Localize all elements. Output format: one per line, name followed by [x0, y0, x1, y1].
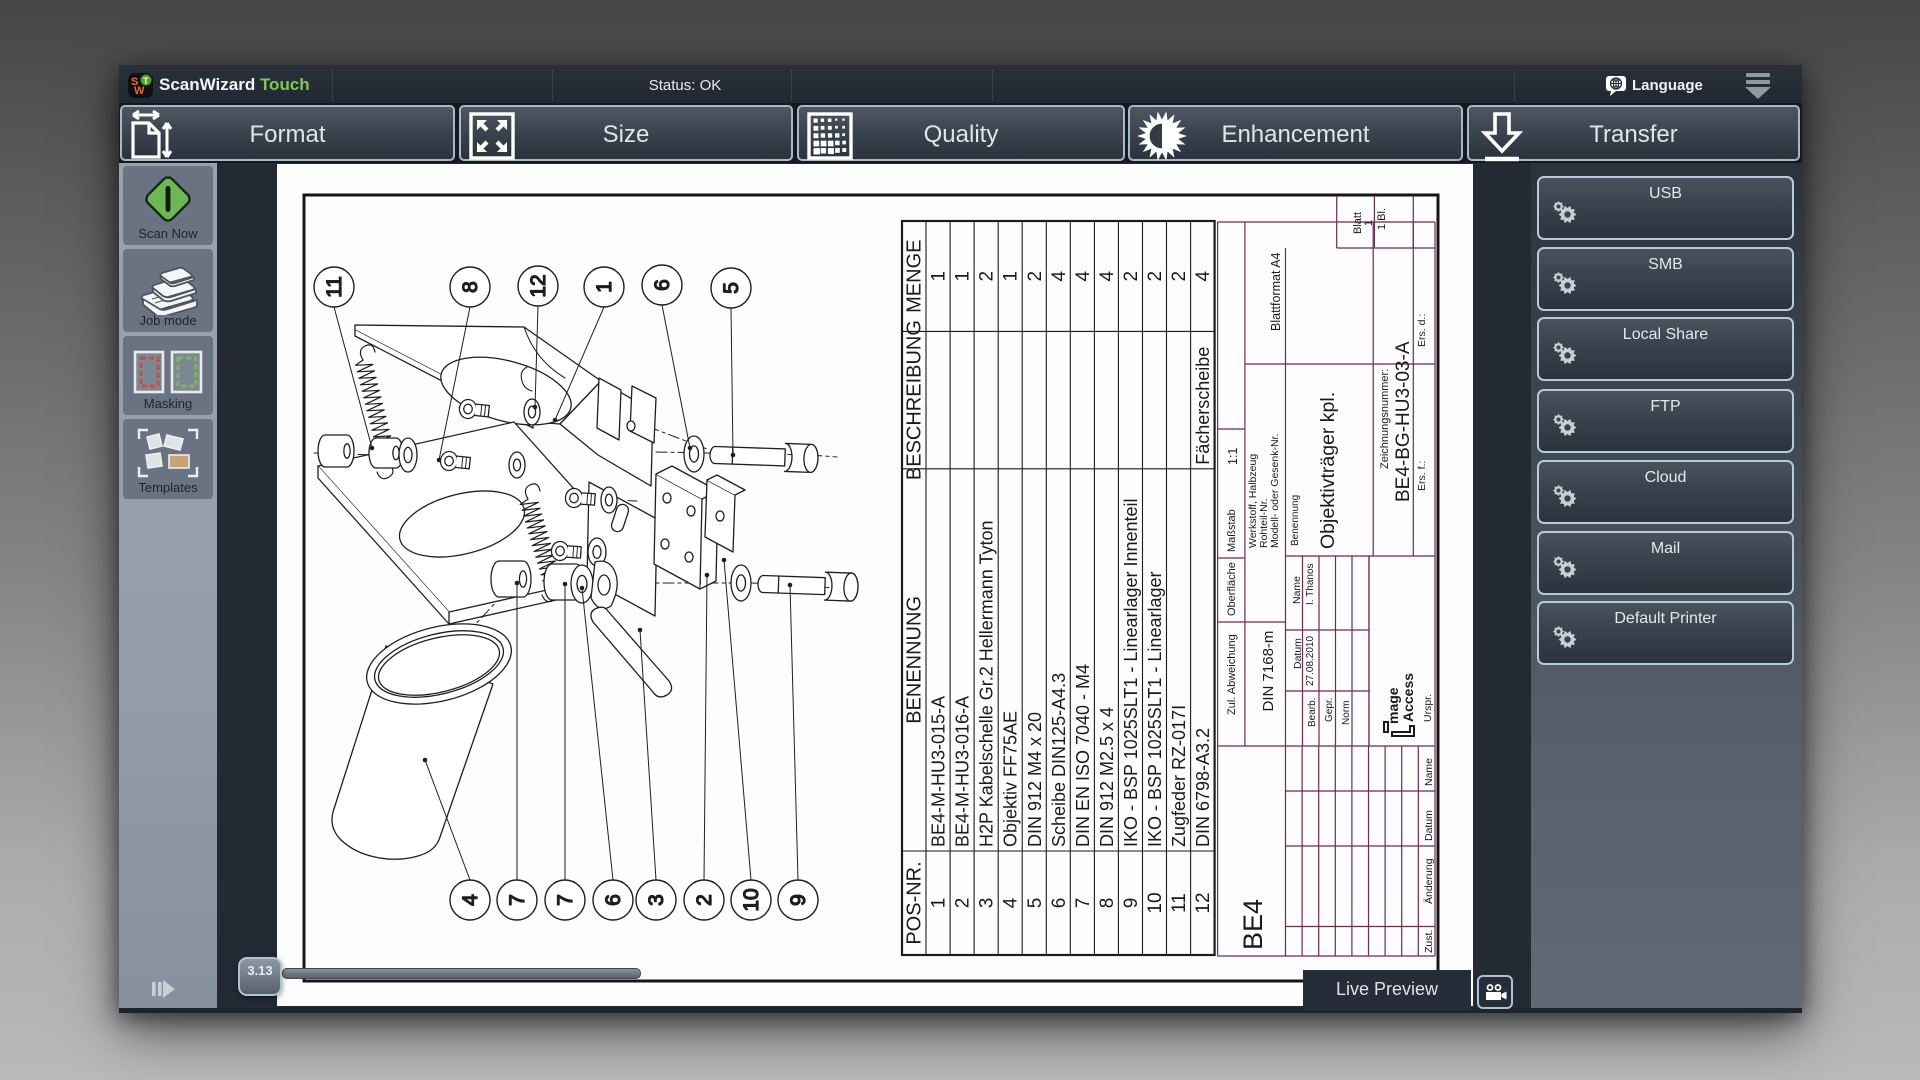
svg-text:Urspr.: Urspr. — [1422, 694, 1434, 722]
svg-text:Name: Name — [1423, 758, 1435, 786]
svg-text:1: 1 — [1363, 220, 1375, 226]
svg-text:4: 4 — [1097, 270, 1118, 281]
svg-text:4: 4 — [1073, 270, 1094, 281]
svg-text:Norm: Norm — [1341, 701, 1352, 725]
svg-text:MENGE: MENGE — [904, 240, 926, 313]
svg-text:Ers. d.:: Ers. d.: — [1416, 314, 1428, 347]
svg-text:Modell- oder Gesenk-Nr.: Modell- oder Gesenk-Nr. — [1269, 434, 1281, 548]
svg-text:DIN 912 M4 x 20: DIN 912 M4 x 20 — [1025, 712, 1045, 847]
svg-text:Oberfläche: Oberfläche — [1226, 562, 1238, 616]
svg-text:7: 7 — [1073, 898, 1094, 909]
svg-text:BE4-M-HU3-016-A: BE4-M-HU3-016-A — [953, 696, 973, 847]
svg-text:2: 2 — [1121, 271, 1142, 282]
svg-text:7: 7 — [554, 894, 577, 906]
svg-text:DIN EN ISO 7040 - M4: DIN EN ISO 7040 - M4 — [1073, 664, 1093, 847]
svg-text:9: 9 — [787, 894, 810, 906]
svg-text:BE4-BG-HU3-03-A: BE4-BG-HU3-03-A — [1393, 341, 1414, 502]
svg-text:Name: Name — [1291, 576, 1303, 604]
svg-text:IKO - BSP 1025SLT1 - Linearlag: IKO - BSP 1025SLT1 - Linearlager — [1145, 572, 1165, 847]
svg-text:1: 1 — [1001, 271, 1022, 282]
svg-text:Fächerscheibe: Fächerscheibe — [1193, 347, 1213, 465]
svg-text:Zugfeder RZ-017I: Zugfeder RZ-017I — [1169, 705, 1189, 847]
svg-text:2: 2 — [977, 271, 998, 282]
svg-text:10: 10 — [1145, 892, 1166, 913]
svg-text:Maßstab: Maßstab — [1226, 509, 1238, 552]
svg-text:DIN 6798-A3.2: DIN 6798-A3.2 — [1193, 728, 1213, 847]
svg-text:3: 3 — [645, 894, 668, 906]
svg-text:Access: Access — [1400, 673, 1416, 722]
svg-text:Objektivträger kpl.: Objektivträger kpl. — [1317, 392, 1339, 549]
svg-text:2: 2 — [693, 894, 716, 906]
svg-text:6: 6 — [651, 279, 674, 291]
svg-text:mage: mage — [1385, 687, 1401, 724]
svg-text:Ers. f.:: Ers. f.: — [1416, 461, 1428, 491]
svg-text:5: 5 — [1025, 898, 1046, 909]
svg-text:27.08.2010: 27.08.2010 — [1305, 636, 1316, 686]
svg-text:4: 4 — [1049, 270, 1070, 281]
svg-text:1: 1 — [593, 281, 616, 293]
svg-text:IKO - BSP 1025SLT1 - Linearlag: IKO - BSP 1025SLT1 - Linearlager Innente… — [1121, 498, 1141, 847]
svg-text:5: 5 — [720, 282, 743, 294]
svg-text:2: 2 — [953, 898, 974, 909]
svg-text:4: 4 — [1193, 270, 1214, 281]
svg-text:1: 1 — [929, 898, 950, 909]
svg-text:H2P Kabelschelle Gr.2 Hellerm: H2P Kabelschelle Gr.2 Hellermann Tyton — [977, 520, 997, 847]
svg-text:Gepr.: Gepr. — [1324, 698, 1335, 722]
svg-text:BENENNUNG: BENENNUNG — [904, 596, 926, 724]
svg-text:Bearb.: Bearb. — [1307, 698, 1318, 727]
svg-text:POS-NR.: POS-NR. — [904, 861, 926, 944]
svg-text:Objektiv FF75AE: Objektiv FF75AE — [1001, 711, 1021, 847]
svg-text:1:1: 1:1 — [1226, 448, 1240, 465]
svg-text:1 Bl.: 1 Bl. — [1376, 208, 1388, 230]
svg-text:1: 1 — [929, 271, 950, 282]
svg-text:W: W — [134, 85, 145, 97]
svg-text:4: 4 — [459, 894, 482, 906]
svg-text:Datum: Datum — [1423, 810, 1435, 841]
svg-text:2: 2 — [1169, 271, 1190, 282]
svg-text:11: 11 — [1169, 893, 1190, 913]
svg-text:1: 1 — [953, 271, 974, 282]
svg-text:6: 6 — [1049, 898, 1070, 909]
svg-text:7: 7 — [506, 894, 529, 906]
svg-text:3: 3 — [977, 898, 998, 909]
svg-text:8: 8 — [459, 281, 482, 293]
svg-text:I. Thanos: I. Thanos — [1305, 563, 1316, 605]
svg-text:Zul. Abweichung: Zul. Abweichung — [1226, 634, 1238, 715]
svg-text:2: 2 — [1145, 271, 1166, 282]
svg-text:Benennung: Benennung — [1290, 495, 1301, 546]
svg-text:BESCHREIBUNG: BESCHREIBUNG — [904, 320, 926, 480]
svg-text:Datum: Datum — [1292, 638, 1304, 669]
svg-text:Zeichnungsnummer:: Zeichnungsnummer: — [1379, 369, 1391, 469]
svg-text:BE4: BE4 — [1238, 899, 1268, 950]
svg-text:8: 8 — [1097, 898, 1118, 909]
svg-text:DIN 7168-m: DIN 7168-m — [1260, 631, 1277, 712]
svg-text:10: 10 — [740, 888, 763, 911]
svg-text:11: 11 — [323, 276, 346, 298]
svg-text:9: 9 — [1121, 898, 1142, 909]
svg-text:4: 4 — [1001, 897, 1022, 908]
svg-text:12: 12 — [1193, 892, 1214, 913]
svg-text:2: 2 — [1025, 271, 1046, 282]
svg-text:Zust.: Zust. — [1423, 930, 1435, 953]
svg-text:12: 12 — [527, 274, 550, 297]
svg-text:Scheibe DIN125-A4.3: Scheibe DIN125-A4.3 — [1049, 673, 1069, 847]
svg-text:DIN 912 M2.5 x 4: DIN 912 M2.5 x 4 — [1097, 707, 1117, 847]
svg-text:Blattformat A4: Blattformat A4 — [1269, 252, 1283, 331]
svg-text:BE4-M-HU3-015-A: BE4-M-HU3-015-A — [929, 696, 949, 847]
svg-text:6: 6 — [602, 894, 625, 906]
svg-text:Änderung: Änderung — [1423, 858, 1435, 904]
svg-text:T: T — [143, 76, 149, 86]
